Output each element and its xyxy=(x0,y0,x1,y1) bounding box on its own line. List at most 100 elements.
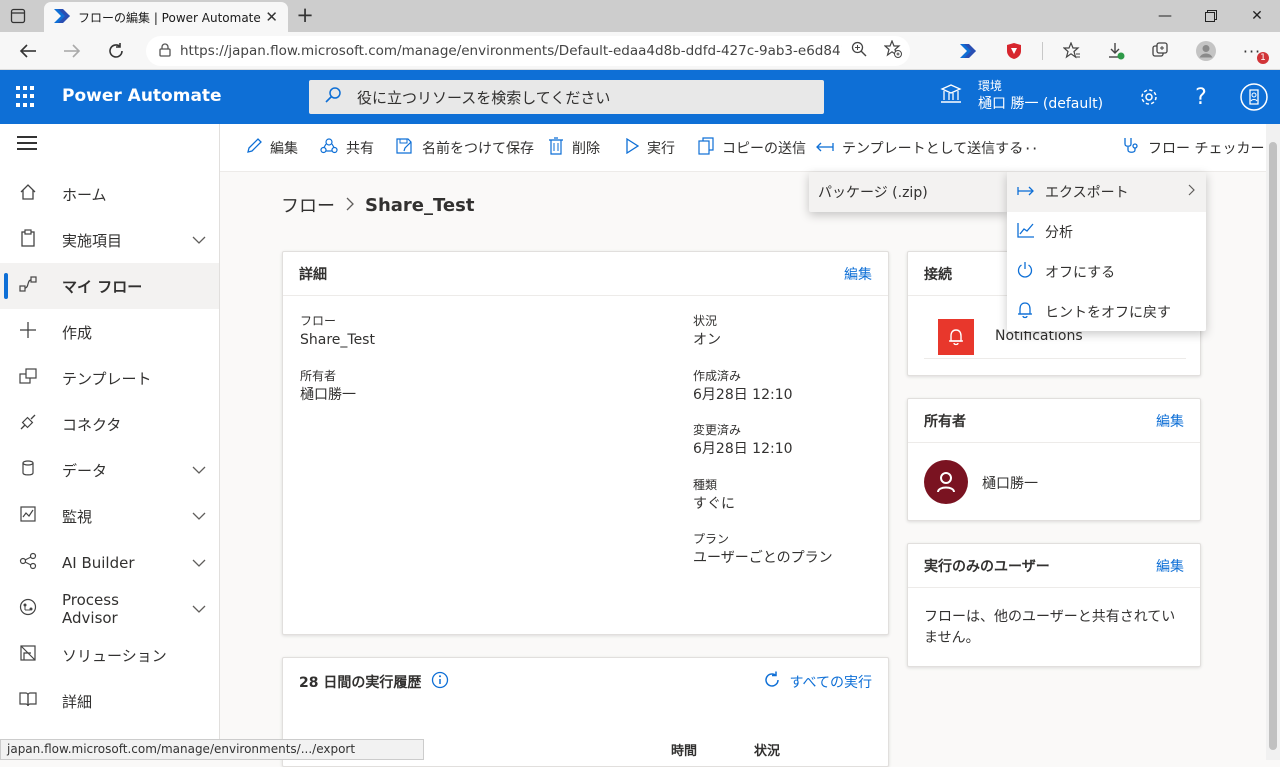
menu-item-turn-off[interactable]: オフにする xyxy=(1007,252,1206,292)
browser-toolbar: https://japan.flow.microsoft.com/manage/… xyxy=(0,32,1280,70)
export-icon xyxy=(1017,183,1041,201)
delete-button[interactable]: 削除 xyxy=(548,124,600,172)
browser-tab[interactable]: フローの編集 | Power Automate ✕ xyxy=(44,2,288,32)
favorites-icon[interactable] xyxy=(1058,37,1086,65)
export-package-zip-item[interactable]: パッケージ (.zip) xyxy=(809,172,1008,212)
nav-item-solutions[interactable]: ソリューション xyxy=(0,632,219,678)
close-tab-icon[interactable]: ✕ xyxy=(265,8,278,26)
nav-item-label: 実施項目 xyxy=(62,231,123,250)
database-icon xyxy=(0,459,62,482)
detail-modified: 変更済み 6月28日 12:10 xyxy=(693,422,793,460)
nav-item-data[interactable]: データ xyxy=(0,447,219,493)
flow-checker-button[interactable]: フロー チェッカー xyxy=(1122,124,1264,172)
toolbar-divider xyxy=(1042,42,1043,60)
menu-item-analytics[interactable]: 分析 xyxy=(1007,212,1206,252)
page-scrollbar[interactable] xyxy=(1266,124,1280,760)
detail-status: 状況 オン xyxy=(693,313,721,351)
user-account-icon[interactable] xyxy=(1238,81,1270,113)
environment-picker[interactable]: 環境 樋口 勝一 (default) xyxy=(940,78,1103,114)
save-as-button[interactable]: 名前をつけて保存 xyxy=(396,124,534,172)
trash-icon xyxy=(548,137,564,159)
help-icon[interactable]: ? xyxy=(1187,83,1215,111)
zoom-icon[interactable] xyxy=(842,41,876,61)
process-advisor-icon xyxy=(0,598,62,621)
run-only-message: フローは、他のユーザーと共有されていません。 xyxy=(924,609,1176,646)
chevron-down-icon[interactable] xyxy=(179,602,219,616)
lightbulb-icon xyxy=(1017,301,1041,323)
minimize-icon[interactable]: — xyxy=(1142,0,1188,32)
nav-item-templates[interactable]: テンプレート xyxy=(0,355,219,401)
search-box[interactable]: 役に立つリソースを検索してください xyxy=(309,80,824,114)
nav-item-create[interactable]: 作成 xyxy=(0,309,219,355)
chevron-right-icon xyxy=(1188,184,1196,200)
info-icon[interactable] xyxy=(431,671,449,693)
menu-item-export[interactable]: エクスポート xyxy=(1007,172,1206,212)
hamburger-menu-icon[interactable] xyxy=(17,136,37,154)
edit-button[interactable]: 編集 xyxy=(246,124,298,172)
run-only-edit-link[interactable]: 編集 xyxy=(1156,556,1184,576)
new-tab-icon[interactable]: + xyxy=(292,4,318,28)
profile-avatar[interactable] xyxy=(1192,37,1220,65)
app-launcher-icon[interactable] xyxy=(16,86,38,108)
detail-value: 6月28日 12:10 xyxy=(693,441,793,457)
forward-icon[interactable] xyxy=(58,37,86,65)
url-text[interactable]: https://japan.flow.microsoft.com/manage/… xyxy=(180,43,842,59)
menu-item-hints[interactable]: ヒントをオフに戻す xyxy=(1007,292,1206,332)
all-runs-link[interactable]: すべての実行 xyxy=(762,670,872,694)
refresh-icon[interactable] xyxy=(102,37,130,65)
details-card: 詳細 編集 フロー Share_Test 所有者 樋口勝一 状況 オン 作成済み… xyxy=(282,251,889,635)
power-automate-extension-icon[interactable] xyxy=(955,37,983,65)
chevron-down-icon[interactable] xyxy=(179,509,219,523)
chevron-down-icon[interactable] xyxy=(179,233,219,247)
column-header-time[interactable]: 時間 xyxy=(671,740,697,759)
close-window-icon[interactable]: ✕ xyxy=(1234,0,1280,32)
nav-item-my-flows[interactable]: マイ フロー xyxy=(0,263,219,309)
chevron-down-icon[interactable] xyxy=(179,556,219,570)
scrollbar-thumb[interactable] xyxy=(1269,142,1277,750)
column-header-status[interactable]: 状況 xyxy=(754,740,780,759)
send-copy-label: コピーの送信 xyxy=(722,141,806,157)
tab-actions-icon[interactable] xyxy=(10,8,26,24)
more-commands-button[interactable]: ··· xyxy=(1018,124,1039,172)
run-button[interactable]: 実行 xyxy=(625,124,675,172)
command-bar: 編集 共有 名前をつけて保存 削除 実行 コピーの送信 テンプレートとして送信す… xyxy=(220,124,1280,172)
app-name[interactable]: Power Automate xyxy=(62,86,222,106)
settings-gear-icon[interactable] xyxy=(1135,83,1163,111)
book-icon xyxy=(0,690,62,713)
clipboard-icon xyxy=(0,228,62,252)
send-copy-button[interactable]: コピーの送信 xyxy=(698,124,806,172)
back-icon[interactable] xyxy=(14,37,42,65)
address-bar[interactable]: https://japan.flow.microsoft.com/manage/… xyxy=(146,36,910,66)
export-package-zip-label: パッケージ (.zip) xyxy=(818,185,928,201)
owners-title: 所有者 xyxy=(924,413,966,430)
plus-icon xyxy=(0,321,62,344)
restore-icon[interactable] xyxy=(1188,0,1234,32)
owners-card: 所有者 編集 樋口勝一 xyxy=(907,398,1201,521)
chevron-right-icon xyxy=(345,195,355,216)
detail-label: 種類 xyxy=(693,478,718,492)
detail-value: 樋口勝一 xyxy=(300,387,356,403)
owners-edit-link[interactable]: 編集 xyxy=(1156,411,1184,431)
nav-item-label: 詳細 xyxy=(62,692,93,711)
chevron-down-icon[interactable] xyxy=(179,463,219,477)
detail-value: 6月28日 12:10 xyxy=(693,387,793,403)
nav-item-learn[interactable]: 詳細 xyxy=(0,678,219,724)
nav-item-process-advisor[interactable]: Process Advisor xyxy=(0,586,219,632)
nav-item-home[interactable]: ホーム xyxy=(0,171,219,217)
send-as-template-button[interactable]: テンプレートとして送信する xyxy=(816,124,1023,172)
nav-item-ai-builder[interactable]: AI Builder xyxy=(0,540,219,586)
nav-item-action-items[interactable]: 実施項目 xyxy=(0,217,219,263)
downloads-icon[interactable] xyxy=(1102,37,1130,65)
shield-extension-icon[interactable] xyxy=(1000,37,1028,65)
nav-item-label: ホーム xyxy=(62,185,107,204)
refresh-runs-icon xyxy=(762,670,782,694)
add-favorite-icon[interactable] xyxy=(876,39,910,62)
nav-item-monitor[interactable]: 監視 xyxy=(0,493,219,539)
breadcrumb-root-link[interactable]: フロー xyxy=(281,192,335,218)
details-edit-link[interactable]: 編集 xyxy=(844,264,872,284)
nav-item-connectors[interactable]: コネクタ xyxy=(0,401,219,447)
lock-icon[interactable] xyxy=(150,42,180,60)
share-button[interactable]: 共有 xyxy=(320,124,374,172)
collections-icon[interactable] xyxy=(1146,37,1174,65)
menu-item-label: ヒントをオフに戻す xyxy=(1045,305,1171,321)
